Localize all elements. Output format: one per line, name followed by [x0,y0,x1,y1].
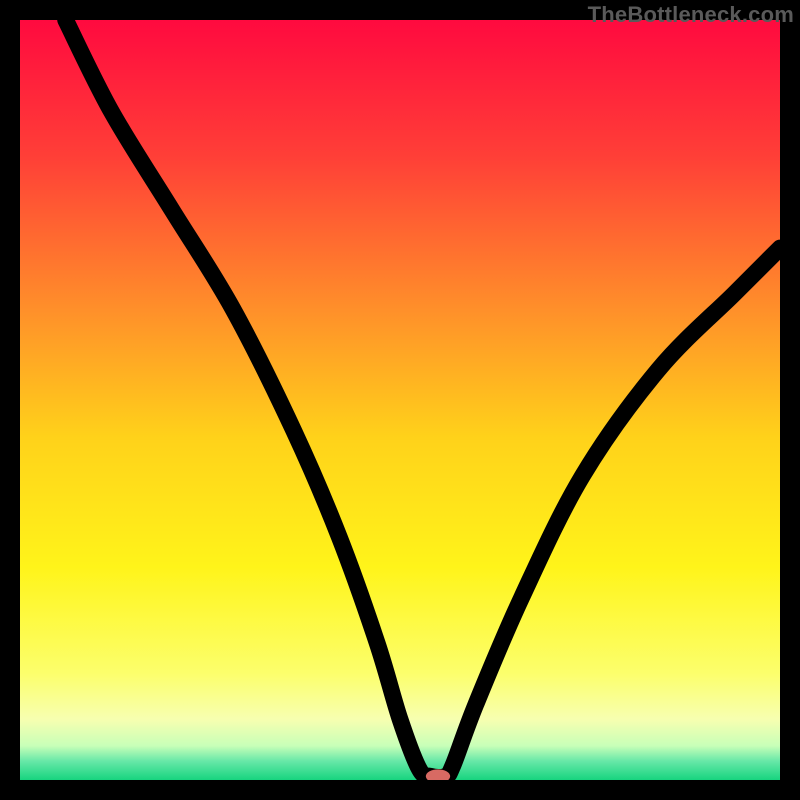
chart-frame: TheBottleneck.com [0,0,800,800]
bottleneck-curve [20,20,780,780]
plot-area [20,20,780,780]
watermark-label: TheBottleneck.com [588,2,794,28]
